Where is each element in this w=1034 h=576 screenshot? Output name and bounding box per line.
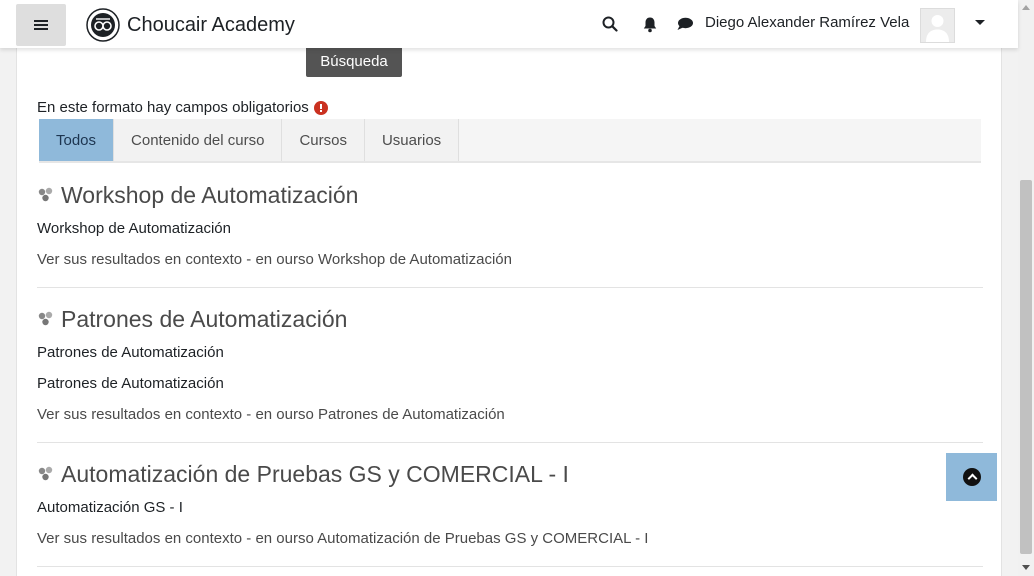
result-title: Automatización de Pruebas GS y COMERCIAL… (61, 460, 569, 487)
result-snippet: Workshop de Automatización (37, 220, 231, 237)
course-icon (38, 311, 53, 326)
search-result: Workshop de Automatización Workshop de A… (37, 180, 983, 288)
result-title: Workshop de Automatización (61, 181, 359, 208)
search-result: Patrones de Automatización Patrones de A… (37, 304, 983, 443)
tab-usuarios[interactable]: Usuarios (364, 119, 460, 161)
result-title: Patrones de Automatización (61, 305, 348, 332)
back-to-top-button[interactable] (946, 453, 997, 501)
required-note-text: En este formato hay campos obligatorios (37, 99, 309, 116)
search-button[interactable]: Búsqueda (306, 46, 402, 77)
result-context-link[interactable]: Ver sus resultados en contexto - en ours… (37, 406, 983, 427)
page: Choucair Academy Diego Alexander Ramírez… (0, 0, 1034, 576)
result-title-link[interactable]: Workshop de Automatización (37, 180, 983, 210)
brand-logo-icon (86, 8, 120, 42)
course-icon (38, 187, 53, 202)
result-title-link[interactable]: Patrones de Automatización (37, 304, 983, 334)
search-area-tabs: Todos Contenido del curso Cursos Usuario… (39, 119, 981, 163)
chat-bubble-icon[interactable] (675, 14, 695, 34)
tab-todos[interactable]: Todos (39, 119, 115, 161)
bell-icon[interactable] (640, 14, 660, 34)
nav-drawer-toggle-button[interactable] (16, 4, 66, 46)
result-title-link[interactable]: Automatización de Pruebas GS y COMERCIAL… (37, 459, 983, 489)
brand-link[interactable]: Choucair Academy (86, 8, 295, 42)
search-icon[interactable] (600, 14, 620, 34)
required-fields-note: En este formato hay campos obligatorios (37, 99, 328, 116)
result-context-link[interactable]: Ver sus resultados en contexto - en ours… (37, 251, 983, 272)
tab-contenido-del-curso[interactable]: Contenido del curso (114, 119, 283, 161)
caret-down-icon[interactable] (975, 20, 985, 25)
hamburger-menu-icon (34, 19, 48, 31)
top-navbar: Choucair Academy Diego Alexander Ramírez… (0, 0, 1018, 48)
scroll-up-arrow-icon[interactable] (1022, 5, 1030, 10)
user-avatar-icon[interactable] (920, 8, 955, 43)
page-scrollbar[interactable] (1018, 0, 1034, 576)
result-snippet: Patrones de Automatización (37, 375, 224, 392)
course-icon (38, 466, 53, 481)
search-result: Automatización de Pruebas GS y COMERCIAL… (37, 459, 983, 567)
result-context-link[interactable]: Ver sus resultados en contexto - en ours… (37, 530, 983, 551)
user-name[interactable]: Diego Alexander Ramírez Vela (705, 14, 909, 31)
main-content: Búsqueda En este formato hay campos obli… (16, 46, 1002, 576)
exclamation-circle-icon (313, 100, 328, 115)
scroll-down-arrow-icon[interactable] (1022, 565, 1030, 570)
brand-name: Choucair Academy (127, 13, 295, 36)
result-snippet: Automatización GS - I (37, 499, 183, 516)
chevron-up-icon (962, 468, 981, 486)
scrollbar-thumb[interactable] (1020, 180, 1032, 554)
tab-cursos[interactable]: Cursos (282, 119, 365, 161)
result-snippet: Patrones de Automatización (37, 344, 224, 361)
